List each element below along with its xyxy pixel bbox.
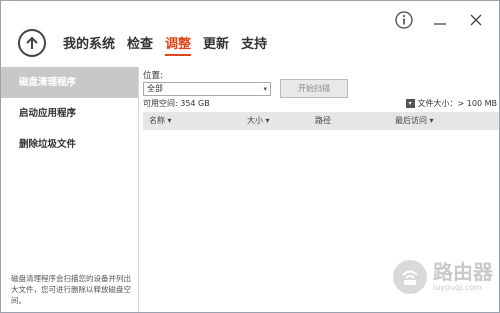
top-bar: 我的系统 检查 调整 更新 支持 xyxy=(1,1,499,67)
back-button[interactable] xyxy=(18,29,46,57)
close-icon xyxy=(470,14,482,26)
location-label: 位置: xyxy=(143,71,163,81)
column-size[interactable]: 大小 ▾ xyxy=(247,112,270,130)
watermark: 路由器 luyouqi.com xyxy=(393,260,493,294)
info-icon xyxy=(395,11,413,29)
sidebar-item-junk-files[interactable]: 删除垃圾文件 xyxy=(1,129,138,160)
minimize-icon xyxy=(434,23,446,25)
nav-check[interactable]: 检查 xyxy=(127,37,153,56)
main-nav: 我的系统 检查 调整 更新 支持 xyxy=(63,37,267,56)
chevron-down-icon: ▾ xyxy=(263,85,267,93)
app-window: 我的系统 检查 调整 更新 支持 磁盘清理程序 启动应用程序 删除垃圾文件 磁盘… xyxy=(0,0,500,313)
window-controls xyxy=(395,11,485,29)
nav-my-system[interactable]: 我的系统 xyxy=(63,37,115,56)
nav-tune[interactable]: 调整 xyxy=(165,37,192,56)
start-scan-button[interactable]: 开始扫描 xyxy=(280,79,348,98)
size-filter-label: 文件大小：> 100 MB xyxy=(417,99,497,108)
router-logo-icon xyxy=(393,260,427,294)
column-path[interactable]: 路径 xyxy=(315,112,331,130)
size-filter: ▾ 文件大小：> 100 MB xyxy=(405,98,497,109)
filter-dropdown-icon[interactable]: ▾ xyxy=(405,99,415,108)
close-button[interactable] xyxy=(467,11,485,29)
watermark-url: luyouqi.com xyxy=(433,283,482,292)
main-panel: 位置: 全部 ▾ 开始扫描 可用空间: 354 GB ▾ 文件大小：> 100 … xyxy=(143,67,499,312)
location-select[interactable]: 全部 ▾ xyxy=(143,82,271,96)
table-header: 名称 ▾ 大小 ▾ 路径 最后访问 ▾ xyxy=(143,112,499,130)
column-last-accessed[interactable]: 最后访问 ▾ xyxy=(395,112,434,130)
info-button[interactable] xyxy=(395,11,413,29)
sidebar: 磁盘清理程序 启动应用程序 删除垃圾文件 磁盘清理程序会扫描您的设备并列出大文件… xyxy=(1,67,139,312)
nav-update[interactable]: 更新 xyxy=(203,37,229,56)
sidebar-item-disk-cleanup[interactable]: 磁盘清理程序 xyxy=(1,67,138,98)
location-value: 全部 xyxy=(147,84,163,93)
nav-support[interactable]: 支持 xyxy=(241,37,267,56)
watermark-title: 路由器 xyxy=(433,260,493,284)
column-name[interactable]: 名称 ▾ xyxy=(149,112,172,130)
sidebar-description: 磁盘清理程序会扫描您的设备并列出大文件，您可进行删除以释放磁盘空间。 xyxy=(11,274,131,305)
free-space-text: 可用空间: 354 GB xyxy=(143,99,210,108)
sidebar-item-startup-apps[interactable]: 启动应用程序 xyxy=(1,98,138,129)
arrow-up-icon xyxy=(26,36,38,49)
minimize-button[interactable] xyxy=(431,11,449,29)
